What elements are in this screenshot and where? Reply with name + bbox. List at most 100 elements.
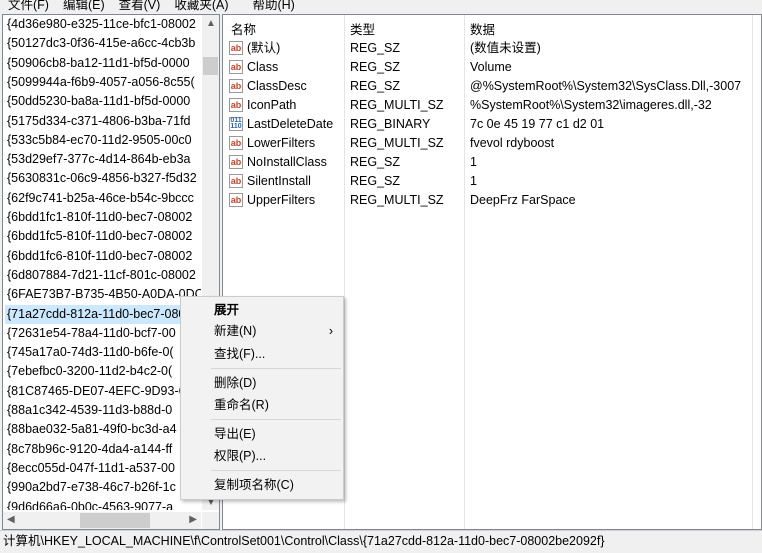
tree-item-selected[interactable]: {71a27cdd-812a-11d0-bec7-0800 (5, 304, 201, 324)
tree-item[interactable]: {50dd5230-ba8a-11d1-bf5d-0000 (7, 92, 192, 111)
value-type: REG_SZ (350, 41, 401, 55)
tree-item[interactable]: {6bdd1fc1-810f-11d0-bec7-08002 (7, 208, 194, 227)
scrollbar-corner (202, 512, 219, 529)
value-data: %SystemRoot%\System32\imageres.dll,-32 (470, 98, 712, 112)
value-row[interactable]: ab LowerFilters REG_MULTI_SZ fvevol rdyb… (223, 134, 753, 153)
menu-separator (211, 470, 341, 471)
tree-items: {4d36e980-e325-11ce-bfc1-08002 {50127dc3-… (3, 15, 201, 510)
value-data: fvevol rdyboost (470, 136, 555, 150)
value-name: ClassDesc (247, 79, 307, 93)
tree-item[interactable]: {533c5b84-ec70-11d2-9505-00c0 (7, 131, 194, 150)
value-name: LastDeleteDate (247, 117, 334, 131)
menu-file[interactable]: 文件(F) (8, 0, 49, 12)
column-header-data[interactable]: 数据 (470, 19, 495, 38)
menu-edit[interactable]: 编辑(E) (63, 0, 105, 12)
tree-horizontal-scrollbar[interactable]: ◀ ▶ (3, 512, 201, 529)
column-header-name[interactable]: 名称 (231, 19, 256, 38)
menu-separator (211, 419, 341, 420)
value-type: REG_BINARY (350, 117, 431, 131)
value-data: 7c 0e 45 19 77 c1 d2 01 (470, 117, 605, 131)
value-row[interactable]: ab NoInstallClass REG_SZ 1 (223, 153, 753, 172)
tree-item[interactable]: {7ebefbc0-3200-11d2-b4c2-0( (7, 362, 174, 381)
tree-item[interactable]: {50127dc3-0f36-415e-a6cc-4cb3b (7, 34, 197, 53)
menu-separator (211, 368, 341, 369)
value-data: 1 (470, 174, 477, 188)
tree-item[interactable]: {8c78b96c-9120-4da4-a144-ff (7, 440, 174, 459)
value-type: REG_SZ (350, 155, 401, 169)
tree-item[interactable]: {5099944a-f6b9-4057-a056-8c55( (7, 73, 197, 92)
scroll-up-icon[interactable]: ▲ (206, 18, 216, 29)
menu-item-export[interactable]: 导出(E) (214, 424, 339, 444)
menu-item-expand[interactable]: 展开 (214, 300, 339, 320)
scroll-thumb[interactable] (203, 57, 218, 75)
value-name: LowerFilters (247, 136, 316, 150)
value-name: (默认) (247, 41, 281, 55)
tree-item[interactable]: {53d29ef7-377c-4d14-864b-eb3a (7, 150, 193, 169)
tree-item[interactable]: {6FAE73B7-B735-4B50-A0DA-0DC (7, 285, 201, 304)
menu-item-copy-key-name[interactable]: 复制项名称(C) (214, 475, 339, 495)
tree-item[interactable]: {88bae032-5a81-49f0-bc3d-a4 (7, 420, 179, 439)
value-name: SilentInstall (247, 174, 311, 188)
tree-item[interactable]: {6bdd1fc5-810f-11d0-bec7-08002 (7, 227, 194, 246)
tree-item[interactable]: {72631e54-78a4-11d0-bcf7-00 (7, 324, 178, 343)
tree-item[interactable]: {9d6d66a6-0b0c-4563-9077-a (7, 498, 175, 511)
tree-item[interactable]: {4d36e980-e325-11ce-bfc1-08002 (7, 15, 198, 34)
value-row[interactable]: ab Class REG_SZ Volume (223, 58, 753, 77)
string-value-icon: ab (229, 41, 243, 55)
string-value-icon: ab (229, 136, 243, 150)
menu-favorites[interactable]: 收藏夹(A) (174, 0, 228, 12)
menu-item-permissions[interactable]: 权限(P)... (214, 446, 339, 466)
menu-bar: 文件(F) 编辑(E) 查看(V) 收藏夹(A) 帮助(H) (0, 0, 295, 12)
string-value-icon: ab (229, 98, 243, 112)
tree-item[interactable]: {5630831c-06c9-4856-b327-f5d32 (7, 169, 199, 188)
value-row[interactable]: 011 110 LastDeleteDate REG_BINARY 7c 0e … (223, 115, 753, 134)
value-name: NoInstallClass (247, 155, 327, 169)
string-value-icon: ab (229, 155, 243, 169)
tree-item[interactable]: {6bdd1fc6-810f-11d0-bec7-08002 (7, 247, 194, 266)
value-name: UpperFilters (247, 193, 316, 207)
binary-value-icon: 011 110 (229, 117, 243, 131)
value-row[interactable]: ab SilentInstall REG_SZ 1 (223, 172, 753, 191)
tree-item[interactable]: {88a1c342-4539-11d3-b88d-0 (7, 401, 174, 420)
tree-item[interactable]: {5175d334-c371-4806-b3ba-71fd (7, 112, 193, 131)
string-value-icon: ab (229, 79, 243, 93)
tree-item[interactable]: {745a17a0-74d3-11d0-b6fe-0( (7, 343, 176, 362)
submenu-arrow-icon: › (328, 324, 333, 338)
scroll-left-icon[interactable]: ◀ (7, 514, 15, 525)
scroll-right-icon[interactable]: ▶ (189, 514, 197, 525)
value-type: REG_SZ (350, 79, 401, 93)
tree-item[interactable]: {8ecc055d-047f-11d1-a537-00 (7, 459, 177, 478)
tree-item[interactable]: {6d807884-7d21-11cf-801c-08002 (7, 266, 198, 285)
menu-item-rename[interactable]: 重命名(R) (214, 395, 339, 415)
value-data: @%SystemRoot%\System32\SysClass.Dll,-300… (470, 79, 742, 93)
string-value-icon: ab (229, 174, 243, 188)
menu-help[interactable]: 帮助(H) (252, 0, 294, 12)
menu-view[interactable]: 查看(V) (119, 0, 161, 12)
value-row[interactable]: ab (默认) REG_SZ (数值未设置) (223, 39, 753, 58)
value-type: REG_MULTI_SZ (350, 98, 444, 112)
value-name: Class (247, 60, 279, 74)
list-header: 名称 类型 数据 (223, 15, 761, 37)
menu-item-delete[interactable]: 删除(D) (214, 373, 339, 393)
column-header-type[interactable]: 类型 (350, 19, 375, 38)
value-type: REG_MULTI_SZ (350, 193, 444, 207)
context-menu: 展开 新建(N) › 查找(F)... 删除(D) 重命名(R) 导出(E) 权限… (180, 296, 344, 500)
value-row[interactable]: ab IconPath REG_MULTI_SZ %SystemRoot%\Sy… (223, 96, 753, 115)
value-row[interactable]: ab UpperFilters REG_MULTI_SZ DeepFrz Far… (223, 191, 753, 210)
value-data: Volume (470, 60, 512, 74)
value-row[interactable]: ab ClassDesc REG_SZ @%SystemRoot%\System… (223, 77, 753, 96)
tree-item[interactable]: {50906cb8-ba12-11d1-bf5d-0000 (7, 54, 192, 73)
tree-item[interactable]: {81C87465-DE07-4EFC-9D93-6 (7, 382, 188, 401)
scroll-thumb[interactable] (80, 513, 150, 528)
menu-item-new-label: 新建(N) (214, 324, 257, 338)
menu-item-new[interactable]: 新建(N) › (214, 321, 339, 341)
value-data: 1 (470, 155, 477, 169)
value-data: DeepFrz FarSpace (470, 193, 576, 207)
tree-item[interactable]: {62f9c741-b25a-46ce-b54c-9bccc (7, 189, 196, 208)
value-name: IconPath (247, 98, 297, 112)
menu-item-find[interactable]: 查找(F)... (214, 344, 339, 364)
string-value-icon: ab (229, 193, 243, 207)
string-value-icon: ab (229, 60, 243, 74)
tree-item[interactable]: {990a2bd7-e738-46c7-b26f-1c (7, 478, 178, 497)
value-type: REG_SZ (350, 60, 401, 74)
